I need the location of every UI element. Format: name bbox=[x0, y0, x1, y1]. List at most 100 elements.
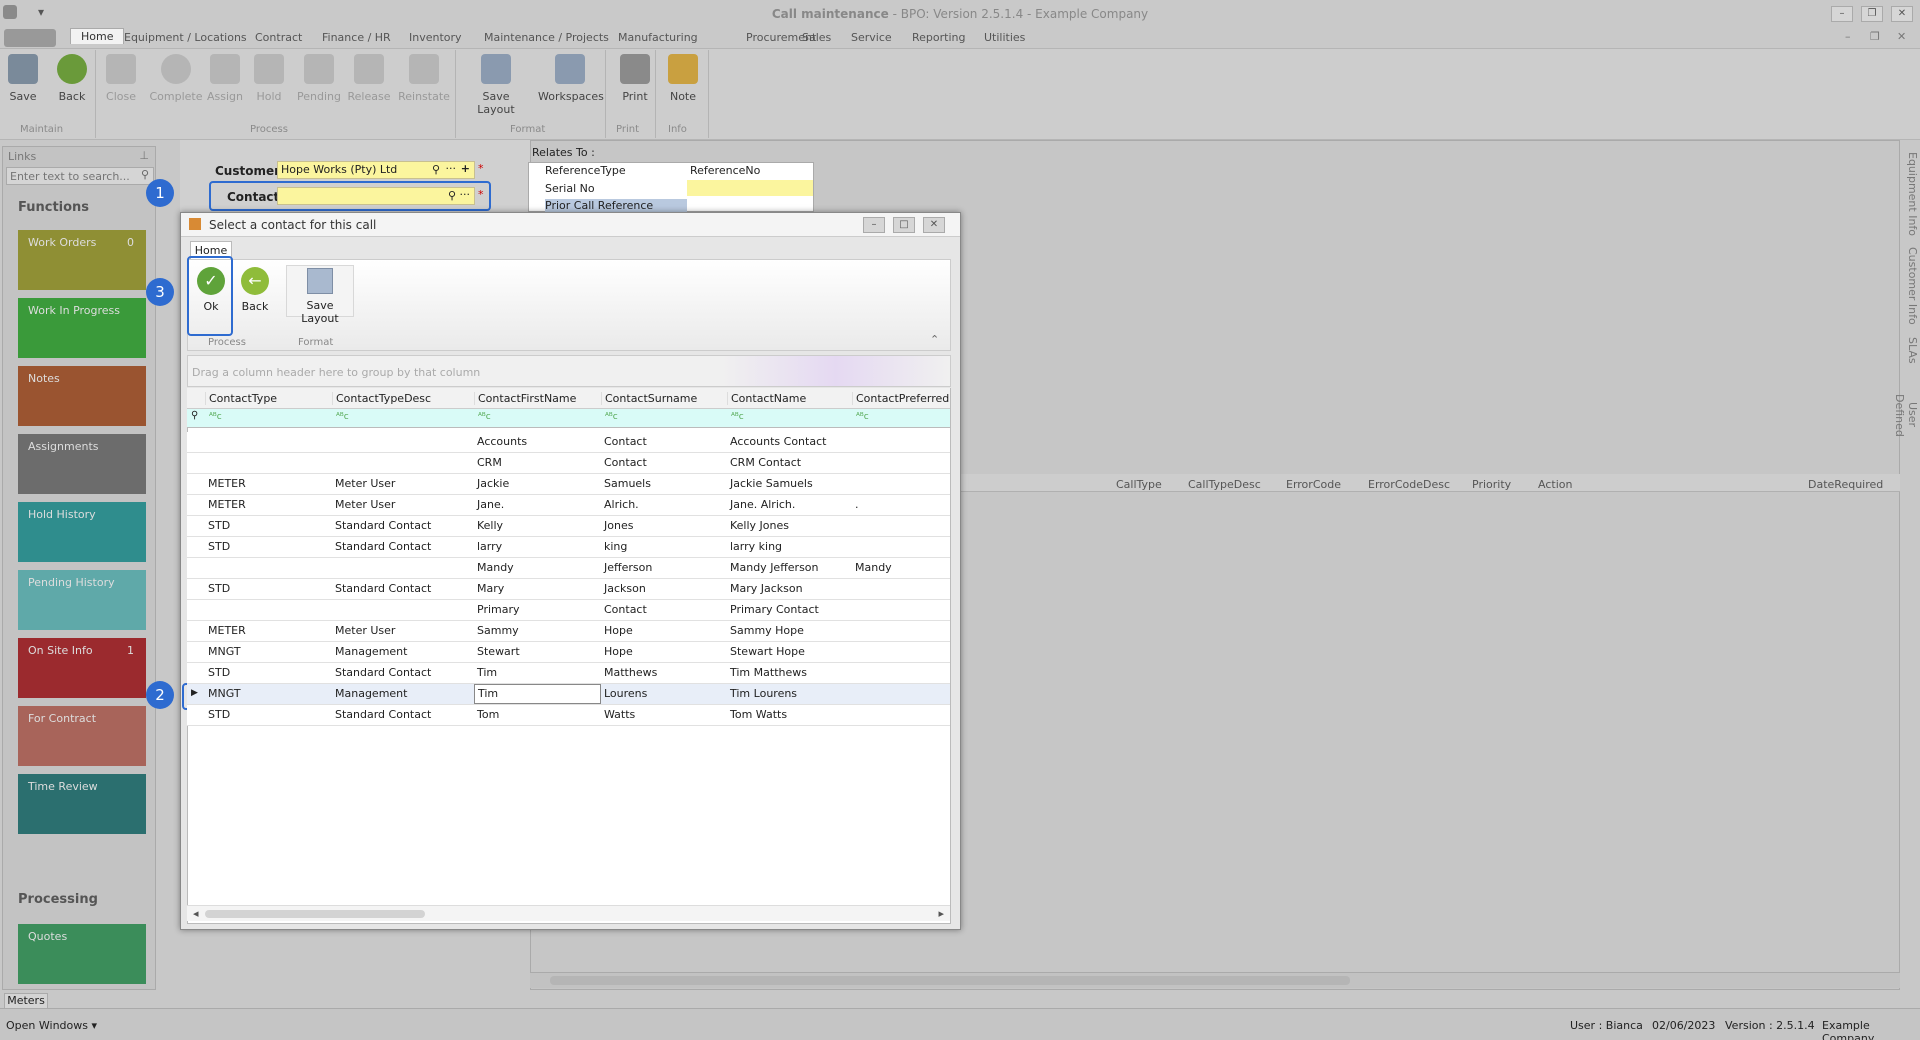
bg-col-5[interactable]: Action bbox=[1538, 478, 1572, 491]
ribbon-button-8[interactable]: Reinstate bbox=[396, 54, 452, 103]
filter-cell-4[interactable]: ᴬᴮc bbox=[731, 412, 744, 422]
links-search-input[interactable] bbox=[6, 167, 154, 185]
table-cell[interactable]: Hope bbox=[601, 621, 727, 641]
menu-tab-10[interactable]: Reporting bbox=[912, 31, 965, 44]
col-header-2[interactable]: ContactFirstName bbox=[474, 392, 601, 405]
ribbon-button-1[interactable]: Back bbox=[56, 54, 88, 103]
menu-tab-11[interactable]: Utilities bbox=[984, 31, 1025, 44]
restore-icon[interactable]: ❐ bbox=[1861, 6, 1883, 22]
table-cell[interactable]: Stewart bbox=[474, 642, 601, 662]
mdi-minimize-icon[interactable]: – bbox=[1845, 30, 1851, 43]
filter-cell-3[interactable]: ᴬᴮc bbox=[605, 412, 618, 422]
search-icon[interactable]: ⚲ bbox=[141, 168, 149, 181]
bg-col-0[interactable]: CallType bbox=[1116, 478, 1162, 491]
side-tab-customer-info[interactable]: Customer Info bbox=[1903, 247, 1919, 325]
table-cell[interactable]: Management bbox=[332, 684, 474, 704]
link-tile-0[interactable]: Work Orders 0 bbox=[18, 230, 146, 290]
filter-cell-0[interactable]: ᴬᴮc bbox=[209, 412, 222, 422]
table-cell[interactable]: Jackie bbox=[474, 474, 601, 494]
customer-field[interactable]: Hope Works (Pty) Ltd ⚲ ··· + bbox=[277, 161, 475, 179]
grid-scrollbar-thumb[interactable] bbox=[205, 910, 425, 918]
open-windows-button[interactable]: Open Windows ▾ bbox=[6, 1019, 97, 1032]
table-cell[interactable]: Tim Lourens bbox=[727, 684, 852, 704]
table-cell[interactable]: Mary bbox=[474, 579, 601, 599]
pin-icon[interactable]: ⊥ bbox=[139, 149, 149, 162]
table-cell[interactable]: Management bbox=[332, 642, 474, 662]
link-tile-8[interactable]: Time Review bbox=[18, 774, 146, 834]
menu-tab-8[interactable]: Sales bbox=[802, 31, 831, 44]
table-cell[interactable]: MNGT bbox=[205, 684, 332, 704]
ribbon-button-4[interactable]: Assign bbox=[206, 54, 244, 103]
dialog-close-icon[interactable]: ✕ bbox=[923, 217, 945, 233]
link-tile-6[interactable]: On Site Info 1 bbox=[18, 638, 146, 698]
table-cell[interactable]: Mandy Jefferson bbox=[727, 558, 852, 578]
ribbon-button-0[interactable]: Save bbox=[8, 54, 38, 103]
table-cell[interactable]: Meter User bbox=[332, 474, 474, 494]
menu-tab-0[interactable]: Home bbox=[70, 28, 125, 44]
bg-col-3[interactable]: ErrorCodeDesc bbox=[1368, 478, 1450, 491]
table-cell[interactable]: METER bbox=[205, 621, 332, 641]
filter-cell-2[interactable]: ᴬᴮc bbox=[478, 412, 491, 422]
grid-scrollbar[interactable]: ◂ ▸ bbox=[187, 905, 950, 921]
table-cell[interactable]: Tom Watts bbox=[727, 705, 852, 725]
link-tile-3[interactable]: Assignments bbox=[18, 434, 146, 494]
ribbon-button-5[interactable]: Hold bbox=[254, 54, 284, 103]
table-cell[interactable]: STD bbox=[205, 579, 332, 599]
ribbon-button-3[interactable]: Complete bbox=[148, 54, 204, 103]
table-cell[interactable]: Jackie Samuels bbox=[727, 474, 852, 494]
back-button[interactable]: ← Back bbox=[236, 265, 274, 317]
ribbon-button-11[interactable]: Print bbox=[618, 54, 652, 103]
table-cell[interactable]: CRM Contact bbox=[727, 453, 852, 473]
table-cell[interactable]: Sammy Hope bbox=[727, 621, 852, 641]
dialog-maximize-icon[interactable]: □ bbox=[893, 217, 915, 233]
bg-col-1[interactable]: CallTypeDesc bbox=[1188, 478, 1261, 491]
link-tile-7[interactable]: For Contract bbox=[18, 706, 146, 766]
table-cell[interactable]: Tom bbox=[474, 705, 601, 725]
side-tab-equipment-info[interactable]: Equipment Info bbox=[1903, 150, 1919, 238]
table-cell[interactable]: Matthews bbox=[601, 663, 727, 683]
table-cell[interactable]: STD bbox=[205, 537, 332, 557]
table-cell[interactable]: Primary bbox=[474, 600, 601, 620]
table-cell[interactable]: Kelly Jones bbox=[727, 516, 852, 536]
table-cell[interactable]: Hope bbox=[601, 642, 727, 662]
table-cell[interactable]: Contact bbox=[601, 600, 727, 620]
table-cell[interactable]: Stewart Hope bbox=[727, 642, 852, 662]
table-cell[interactable]: king bbox=[601, 537, 727, 557]
menu-tab-2[interactable]: Contract bbox=[255, 31, 302, 44]
table-cell[interactable]: METER bbox=[205, 495, 332, 515]
table-cell[interactable]: Jane. Alrich. bbox=[727, 495, 852, 515]
table-cell[interactable]: Tim Matthews bbox=[727, 663, 852, 683]
ellipsis-icon[interactable]: ··· bbox=[446, 162, 457, 175]
table-cell[interactable]: Jones bbox=[601, 516, 727, 536]
add-icon[interactable]: + bbox=[461, 162, 470, 175]
table-cell[interactable]: Standard Contact bbox=[332, 663, 474, 683]
table-cell[interactable]: Accounts bbox=[474, 432, 601, 452]
ribbon-button-7[interactable]: Release bbox=[346, 54, 392, 103]
ref-row-serial-value[interactable] bbox=[687, 180, 813, 196]
table-cell[interactable]: Jackson bbox=[601, 579, 727, 599]
table-cell[interactable]: Accounts Contact bbox=[727, 432, 852, 452]
link-tile-2[interactable]: Notes bbox=[18, 366, 146, 426]
filter-row[interactable] bbox=[187, 409, 950, 428]
bg-col-2[interactable]: ErrorCode bbox=[1286, 478, 1341, 491]
table-cell[interactable]: Contact bbox=[601, 453, 727, 473]
table-cell[interactable]: Tim bbox=[474, 684, 601, 704]
table-cell[interactable]: Sammy bbox=[474, 621, 601, 641]
table-cell[interactable]: Standard Contact bbox=[332, 516, 474, 536]
ref-row-serial[interactable]: Serial No bbox=[545, 182, 595, 195]
search-icon[interactable]: ⚲ bbox=[432, 163, 440, 176]
menu-tab-9[interactable]: Service bbox=[851, 31, 892, 44]
table-cell[interactable]: larry bbox=[474, 537, 601, 557]
app-menu-button[interactable] bbox=[4, 29, 56, 47]
col-header-5[interactable]: ContactPreferredNa bbox=[852, 392, 950, 405]
menu-tab-5[interactable]: Maintenance / Projects bbox=[484, 31, 609, 44]
table-cell[interactable]: CRM bbox=[474, 453, 601, 473]
scroll-right-icon[interactable]: ▸ bbox=[938, 907, 944, 920]
mdi-close-icon[interactable]: ✕ bbox=[1897, 30, 1906, 43]
link-tile-4[interactable]: Hold History bbox=[18, 502, 146, 562]
scroll-left-icon[interactable]: ◂ bbox=[193, 907, 199, 920]
bg-col-4[interactable]: Priority bbox=[1472, 478, 1511, 491]
dialog-minimize-icon[interactable]: – bbox=[863, 217, 885, 233]
table-cell[interactable]: Watts bbox=[601, 705, 727, 725]
menu-tab-6[interactable]: Manufacturing bbox=[618, 31, 698, 44]
